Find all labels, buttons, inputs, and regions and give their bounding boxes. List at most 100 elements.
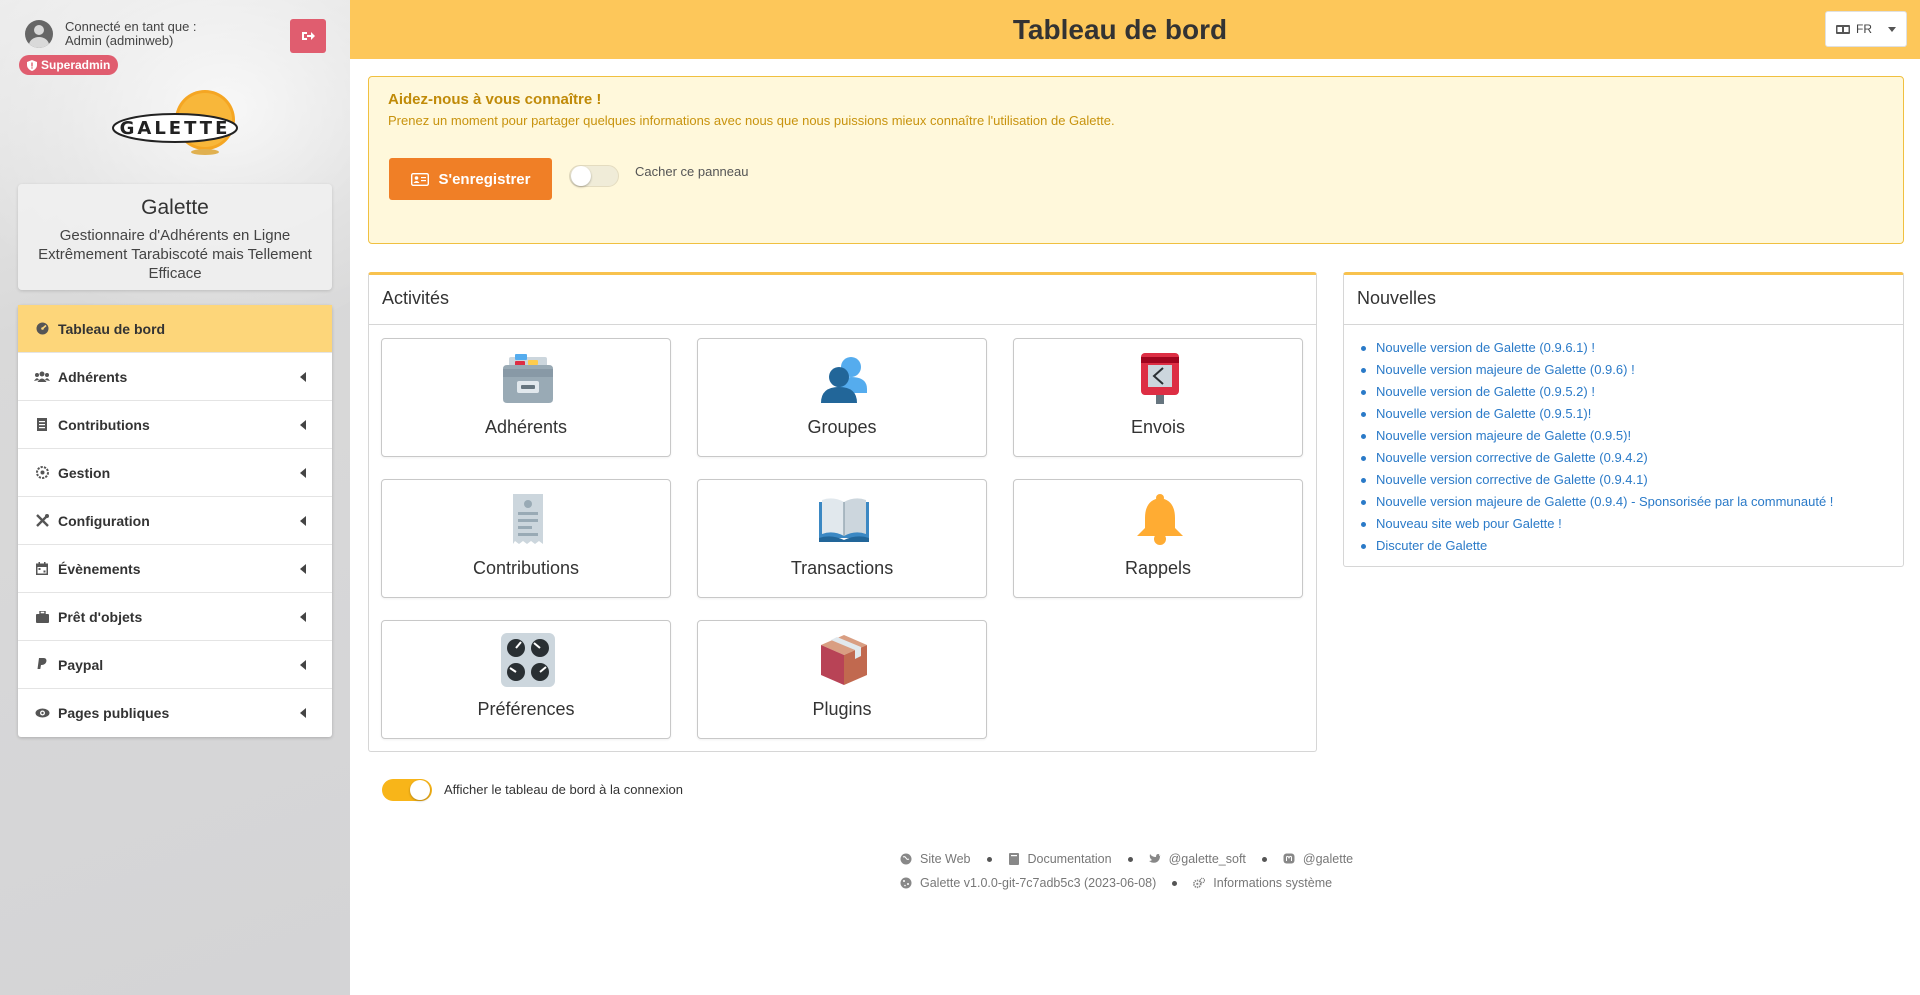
receipt-icon [34, 417, 50, 433]
postbox-icon [1141, 353, 1179, 404]
tile-plugins[interactable]: Plugins [697, 620, 987, 739]
top-bar: Tableau de bord FR [350, 0, 1920, 59]
news-link[interactable]: Nouvelle version de Galette (0.9.5.1)! [1358, 403, 1889, 425]
briefcase-icon [34, 609, 50, 625]
svg-text:GALETTE: GALETTE [120, 118, 231, 139]
footer-twitter-link[interactable]: @galette_soft [1169, 852, 1246, 866]
user-name: Admin (adminweb) [65, 33, 174, 48]
tile-mailings[interactable]: Envois [1013, 338, 1303, 457]
package-icon [821, 635, 867, 685]
show-dashboard-label: Afficher le tableau de bord à la connexi… [444, 782, 683, 797]
tile-preferences[interactable]: Préférences [381, 620, 671, 739]
tile-transactions[interactable]: Transactions [697, 479, 987, 598]
tile-members[interactable]: Adhérents [381, 338, 671, 457]
news-link[interactable]: Nouvelle version de Galette (0.9.6.1) ! [1358, 337, 1889, 359]
news-link[interactable]: Nouvelle version majeure de Galette (0.9… [1358, 491, 1889, 513]
footer: Site Web Documentation @galette_soft @ga… [900, 847, 1370, 895]
chevron-left-icon [300, 708, 306, 718]
chevron-left-icon [300, 420, 306, 430]
info-title: Aidez-nous à vous connaître ! [388, 91, 602, 108]
news-link[interactable]: Nouveau site web pour Galette ! [1358, 513, 1889, 535]
chevron-left-icon [300, 372, 306, 382]
news-link[interactable]: Nouvelle version majeure de Galette (0.9… [1358, 359, 1889, 381]
news-list: Nouvelle version de Galette (0.9.6.1) ! … [1344, 325, 1903, 557]
brand-subtitle: Gestionnaire d'Adhérents en Ligne Extrêm… [38, 227, 312, 282]
menu-item-contributions[interactable]: Contributions [18, 401, 332, 449]
tools-icon [34, 513, 50, 529]
news-link[interactable]: Nouvelle version corrective de Galette (… [1358, 447, 1889, 469]
hide-panel-label: Cacher ce panneau [635, 164, 749, 179]
globe-icon [900, 853, 912, 865]
cogs-icon [1193, 877, 1206, 889]
chevron-left-icon [300, 516, 306, 526]
register-info-panel: Aidez-nous à vous connaître ! Prenez un … [368, 76, 1904, 244]
logout-button[interactable] [290, 19, 326, 53]
open-book-icon [819, 498, 869, 542]
connected-label: Connecté en tant que : [65, 19, 197, 34]
twitter-icon [1148, 854, 1161, 863]
id-card-icon [410, 172, 429, 186]
menu-item-public-pages[interactable]: Pages publiques [18, 689, 332, 737]
chevron-left-icon [300, 564, 306, 574]
language-label: FR [1856, 22, 1872, 36]
page-title: Tableau de bord [1012, 13, 1228, 45]
register-button[interactable]: S'enregistrer [389, 158, 552, 200]
superadmin-badge: Superadmin [19, 55, 119, 75]
users-icon [34, 369, 50, 385]
tile-groups[interactable]: Groupes [697, 338, 987, 457]
eye-icon [34, 705, 50, 721]
receipt-icon [513, 494, 543, 544]
cog-icon [34, 465, 50, 481]
news-link[interactable]: Discuter de Galette [1358, 535, 1889, 557]
user-info: Connecté en tant que : Admin (adminweb) [25, 20, 197, 48]
dashboard-icon [34, 321, 50, 337]
menu-item-events[interactable]: Évènements [18, 545, 332, 593]
menu-item-dashboard[interactable]: Tableau de bord [18, 305, 332, 353]
language-icon [1836, 24, 1850, 34]
paypal-icon [34, 657, 50, 673]
card-index-icon [503, 354, 553, 403]
chevron-left-icon [300, 468, 306, 478]
language-selector[interactable]: FR [1825, 11, 1907, 47]
footer-version: Galette v1.0.0-git-7c7adb5c3 (2023-06-08… [920, 876, 1157, 890]
brand-title: Galette [141, 196, 209, 219]
mastodon-icon [1283, 853, 1295, 864]
news-link[interactable]: Nouvelle version de Galette (0.9.5.2) ! [1358, 381, 1889, 403]
sidebar-menu: Tableau de bord Adhérents Contributions … [18, 305, 332, 737]
chevron-left-icon [300, 612, 306, 622]
groups-icon [821, 357, 867, 403]
news-link[interactable]: Nouvelle version corrective de Galette (… [1358, 469, 1889, 491]
logout-icon [302, 32, 315, 40]
book-icon [1008, 853, 1019, 865]
menu-item-management[interactable]: Gestion [18, 449, 332, 497]
cookie-icon [900, 877, 912, 889]
menu-item-paypal[interactable]: Paypal [18, 641, 332, 689]
footer-mastodon-link[interactable]: @galette [1303, 852, 1353, 866]
brand-box: Galette Gestionnaire d'Adhérents en Lign… [18, 184, 332, 290]
info-text: Prenez un moment pour partager quelques … [388, 113, 1115, 128]
footer-website-link[interactable]: Site Web [920, 852, 971, 866]
chevron-left-icon [300, 660, 306, 670]
chevron-down-icon [1888, 26, 1896, 32]
calendar-icon [34, 561, 50, 577]
user-avatar-icon [25, 20, 53, 48]
menu-item-members[interactable]: Adhérents [18, 353, 332, 401]
news-panel: Nouvelles Nouvelle version de Galette (0… [1343, 272, 1904, 567]
menu-item-configuration[interactable]: Configuration [18, 497, 332, 545]
news-link[interactable]: Nouvelle version majeure de Galette (0.9… [1358, 425, 1889, 447]
shield-icon [27, 59, 37, 71]
show-dashboard-toggle[interactable] [382, 779, 432, 801]
activities-title: Activités [369, 275, 1316, 325]
tile-reminders[interactable]: Rappels [1013, 479, 1303, 598]
news-title: Nouvelles [1344, 275, 1903, 325]
sidebar: Connecté en tant que : Admin (adminweb) … [0, 0, 350, 995]
galette-logo[interactable]: GALETTE [105, 88, 245, 158]
footer-system-info-link[interactable]: Informations système [1213, 876, 1332, 890]
hide-panel-toggle[interactable] [569, 165, 619, 187]
menu-item-object-lending[interactable]: Prêt d'objets [18, 593, 332, 641]
activities-panel: Activités Adhérents Groupes Envois Contr… [368, 272, 1317, 752]
footer-documentation-link[interactable]: Documentation [1028, 852, 1112, 866]
control-knobs-icon [501, 633, 555, 687]
bell-icon [1137, 494, 1183, 545]
tile-contributions[interactable]: Contributions [381, 479, 671, 598]
